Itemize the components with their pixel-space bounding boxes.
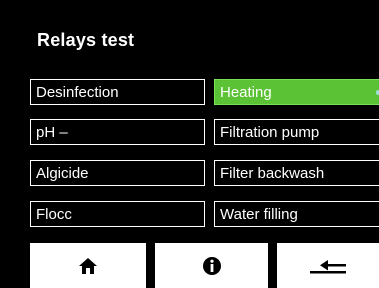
relay-button-filter-backwash[interactable]: Filter backwash xyxy=(214,160,379,186)
info-button[interactable] xyxy=(155,243,268,288)
home-icon xyxy=(79,257,97,274)
back-button[interactable] xyxy=(277,243,379,288)
back-arrow-icon xyxy=(310,259,346,273)
relay-label: Filtration pump xyxy=(220,124,320,141)
page-title: Relays test xyxy=(37,30,135,50)
home-button[interactable] xyxy=(30,243,146,288)
relay-button-algicide[interactable]: Algicide xyxy=(30,160,205,186)
relay-button-heating[interactable]: Heating xyxy=(214,79,379,105)
relay-button-water-filling[interactable]: Water filling xyxy=(214,201,379,227)
relay-label: Algicide xyxy=(36,165,89,182)
relay-button-ph-minus[interactable]: pH – xyxy=(30,119,205,145)
relay-label: Desinfection xyxy=(36,84,119,101)
relay-button-flocc[interactable]: Flocc xyxy=(30,201,205,227)
relay-label: Filter backwash xyxy=(220,165,325,182)
relay-label: Water filling xyxy=(220,206,298,223)
relay-button-desinfection[interactable]: Desinfection xyxy=(30,79,205,105)
info-icon xyxy=(202,256,221,275)
relay-label: Heating xyxy=(220,84,272,101)
relay-label: pH – xyxy=(36,124,68,141)
relay-button-filtration-pump[interactable]: Filtration pump xyxy=(214,119,379,145)
relay-label: Flocc xyxy=(36,206,72,223)
